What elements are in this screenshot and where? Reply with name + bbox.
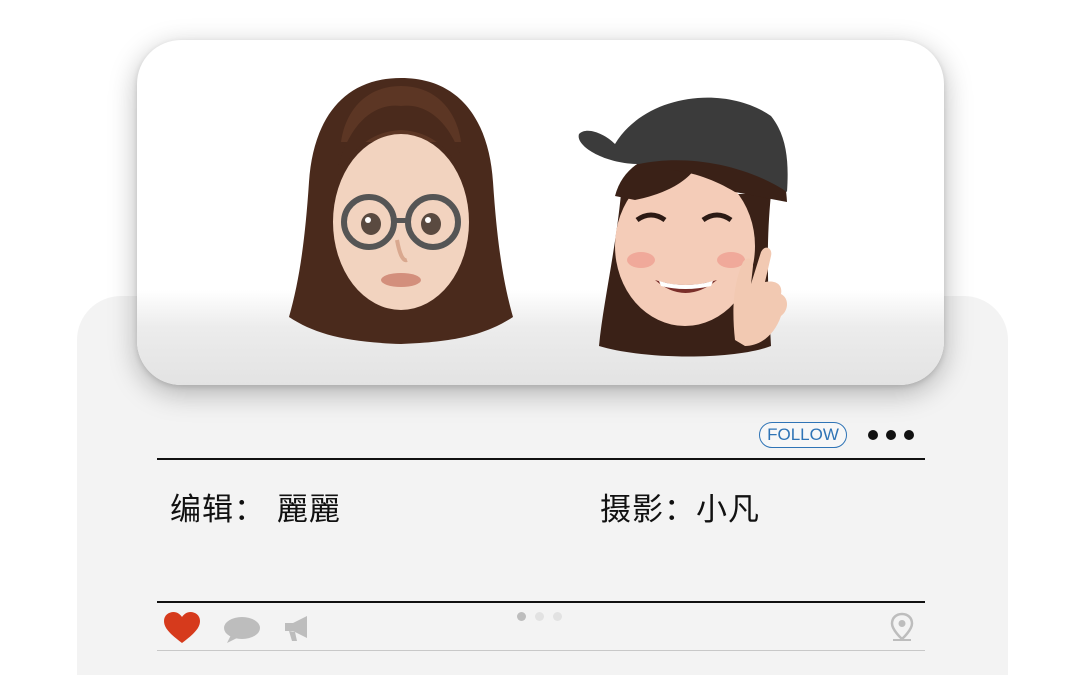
megaphone-icon[interactable]	[283, 614, 311, 646]
pager-dot[interactable]	[553, 612, 562, 621]
photographer-credit: 摄影：小凡	[600, 492, 760, 528]
pager-dot[interactable]	[535, 612, 544, 621]
memoji-avatar-glasses	[285, 72, 517, 352]
editor-credit: 编辑： 麗麗	[170, 492, 341, 528]
memoji-avatar-cap	[575, 84, 807, 364]
image-pager-dots[interactable]	[517, 612, 565, 622]
location-pin-icon[interactable]	[890, 612, 914, 646]
comment-bubble-icon[interactable]	[223, 616, 261, 648]
more-options-button[interactable]	[868, 428, 916, 442]
divider-footer	[157, 650, 925, 651]
divider-bottom	[157, 601, 925, 603]
divider-top	[157, 458, 925, 460]
heart-icon[interactable]	[164, 612, 200, 648]
photo-ground	[137, 290, 944, 385]
more-dots-icon	[868, 430, 878, 440]
pager-dot-active[interactable]	[517, 612, 526, 621]
follow-button[interactable]: FOLLOW	[759, 422, 847, 448]
post-photo[interactable]	[137, 40, 944, 385]
